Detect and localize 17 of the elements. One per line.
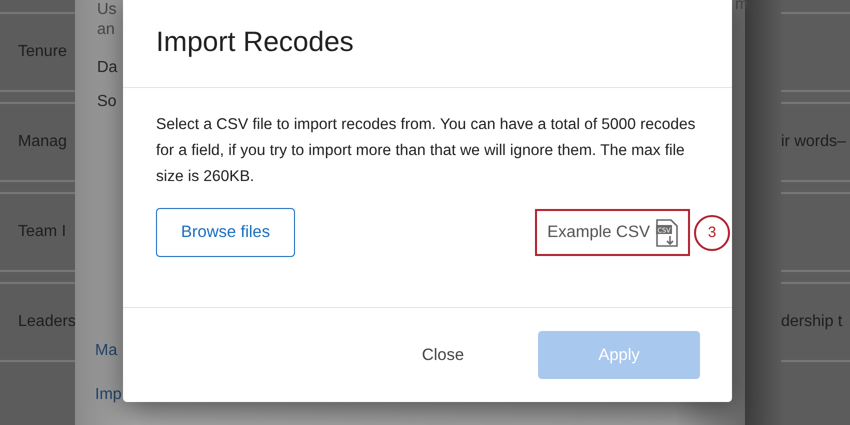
panel-text: So — [97, 92, 117, 112]
panel-text: Da — [97, 58, 118, 78]
row-label: Team I — [18, 223, 66, 241]
close-button[interactable]: Close — [416, 344, 470, 366]
browse-files-button[interactable]: Browse files — [156, 208, 295, 257]
row-label: Tenure — [18, 43, 67, 61]
link[interactable]: Ma — [95, 342, 122, 360]
link[interactable]: Imp — [95, 386, 122, 404]
callout-number: 3 — [694, 214, 730, 250]
row-text: ir words– — [781, 133, 846, 151]
row-text: dership t — [781, 313, 842, 331]
panel-text: an — [97, 20, 115, 40]
row-label: Manag — [18, 133, 67, 151]
dialog-title: Import Recodes — [156, 26, 354, 58]
panel-text: Us — [97, 0, 117, 20]
description-text: Select a CSV file to import recodes from. You can have a total of 5000 recodes for a field, if you try to import more than that we will ignore them. The max file size is 260KB. — [156, 115, 696, 187]
row-label: Leaders — [18, 313, 76, 331]
